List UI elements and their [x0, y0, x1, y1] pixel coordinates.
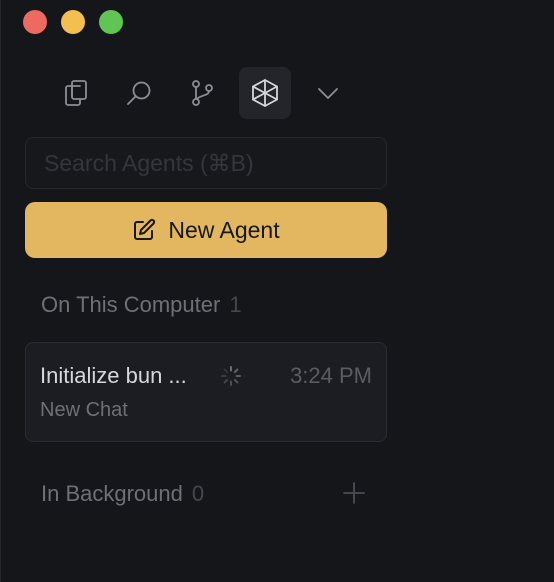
agent-subtitle: New Chat	[40, 399, 128, 421]
section-count: 1	[229, 292, 242, 317]
agent-title: Initialize bun ...	[40, 363, 187, 388]
source-control-icon	[192, 80, 213, 106]
new-agent-label: New Agent	[168, 216, 280, 243]
minimize-window-button[interactable]	[61, 10, 85, 34]
source-control-button[interactable]	[176, 67, 228, 119]
section-on-this-computer[interactable]: On This Computer 1	[41, 292, 242, 318]
zoom-window-button[interactable]	[99, 10, 123, 34]
new-agent-button[interactable]: New Agent	[25, 202, 387, 258]
agent-list-item[interactable]: Initialize bun ... 3:24 PM New Chat	[25, 342, 387, 442]
agents-cube-icon	[252, 79, 278, 107]
close-window-button[interactable]	[23, 10, 47, 34]
edit-icon	[134, 218, 156, 240]
section-title: On This Computer	[41, 292, 221, 317]
plus-icon	[343, 482, 365, 504]
files-button[interactable]	[50, 67, 102, 119]
agents-window: New Agent On This Computer 1 Initialize …	[0, 0, 554, 582]
chevron-down-icon	[318, 88, 338, 99]
search-button[interactable]	[113, 67, 165, 119]
section-in-background[interactable]: In Background 0	[41, 481, 204, 507]
loading-spinner-icon	[221, 366, 241, 386]
more-views-button[interactable]	[302, 67, 354, 119]
section-title: In Background	[41, 481, 183, 506]
window-controls	[23, 10, 123, 34]
section-count: 0	[191, 481, 205, 506]
sidebar-toolbar	[50, 67, 365, 119]
search-agents-field[interactable]	[25, 137, 387, 189]
files-icon	[65, 80, 87, 106]
search-agents-input[interactable]	[44, 149, 374, 177]
agents-button[interactable]	[239, 67, 291, 119]
search-icon	[127, 81, 151, 105]
add-background-agent-button[interactable]	[339, 478, 369, 508]
agent-timestamp: 3:24 PM	[290, 363, 372, 388]
